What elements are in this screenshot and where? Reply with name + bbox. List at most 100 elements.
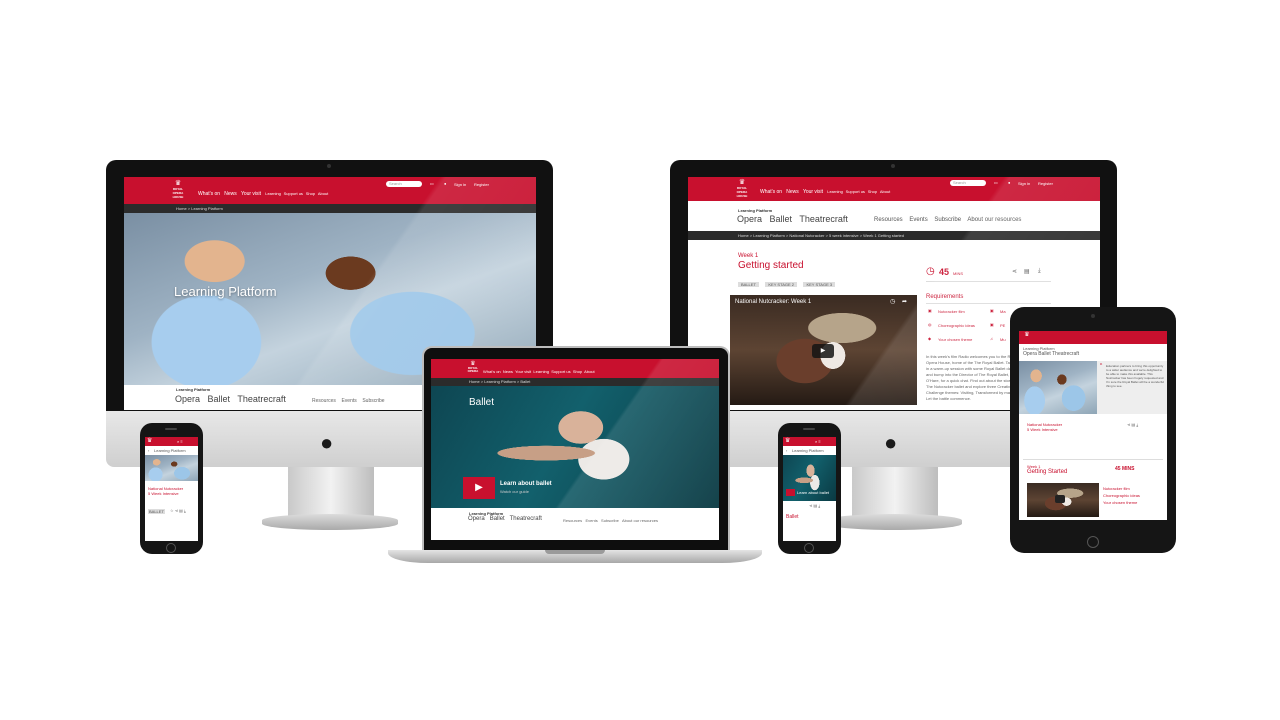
tablet-home-button[interactable]: [1087, 536, 1099, 548]
back-arrow-icon[interactable]: ‹: [148, 448, 149, 453]
roh-logo[interactable]: ♛: [1023, 332, 1031, 338]
nav-about[interactable]: About: [318, 191, 328, 196]
play-icon: ▶: [820, 348, 826, 354]
tag[interactable]: KEY STAGE 3: [803, 282, 836, 287]
search-input[interactable]: Search: [386, 181, 422, 187]
nav-shop[interactable]: Shop: [306, 191, 315, 196]
subnav-ballet[interactable]: Ballet: [1038, 351, 1051, 357]
subnav-events[interactable]: Events: [585, 518, 597, 523]
tag[interactable]: BALLET: [738, 282, 759, 287]
nav-shop[interactable]: Shop: [573, 369, 582, 374]
site-header: ♛ ROYAL OPERA What's on News Your visit L…: [431, 359, 719, 378]
roh-logo[interactable]: ♛ ROYAL OPERA: [467, 361, 479, 373]
nav-learning[interactable]: Learning: [533, 369, 549, 374]
play-button[interactable]: ▶: [812, 344, 834, 358]
basket-icon[interactable]: ▭: [430, 181, 434, 186]
nav-shop[interactable]: Shop: [868, 189, 877, 194]
requirement-item[interactable]: Mu: [1000, 337, 1006, 342]
item-actions[interactable]: ⋖ ▤ ⤓: [1127, 422, 1138, 427]
subnav-theatrecraft[interactable]: Theatrecraft: [237, 394, 286, 404]
cta-subtitle[interactable]: Watch our guide: [500, 489, 529, 494]
nav-news[interactable]: News: [503, 369, 513, 374]
duration: 45 MINS: [1115, 466, 1135, 472]
subnav-opera[interactable]: Opera: [175, 394, 200, 404]
subnav-theatrecraft[interactable]: Theatrecraft: [799, 214, 848, 224]
register-link[interactable]: Register: [474, 182, 489, 187]
nav-news[interactable]: News: [224, 191, 237, 197]
roh-logo[interactable]: ♛: [147, 437, 152, 444]
cta-title[interactable]: Learn about ballet: [797, 490, 829, 495]
back-arrow-icon[interactable]: ‹: [786, 448, 787, 453]
breadcrumb[interactable]: Learning Platform: [154, 448, 186, 453]
roh-logo[interactable]: ♛: [785, 437, 790, 444]
phone-mid: ♛ ⌕ ≡ ‹ Learning Platform Learn about ba…: [778, 423, 841, 554]
sign-in-link[interactable]: Sign in: [454, 182, 466, 187]
nav-support-us[interactable]: Support us: [284, 191, 303, 196]
header-icons[interactable]: ⌕ ≡: [177, 439, 183, 444]
subnav-resources[interactable]: Resources: [312, 398, 336, 404]
subnav-theatrecraft[interactable]: Theatrecraft: [510, 516, 542, 522]
nav-your-visit[interactable]: Your visit: [241, 191, 261, 197]
header-icons[interactable]: ⌕ ≡: [815, 439, 821, 444]
subnav-subscribe[interactable]: Subscribe: [601, 518, 619, 523]
roh-logo[interactable]: ♛ ROYAL OPERA HOUSE: [734, 179, 750, 198]
tag[interactable]: BALLET: [148, 509, 165, 514]
cta-title[interactable]: Learn about ballet: [500, 481, 552, 487]
subnav-ballet[interactable]: Ballet: [490, 516, 505, 522]
play-button[interactable]: [786, 489, 795, 496]
basket-icon[interactable]: ▭: [994, 180, 998, 185]
nav-about[interactable]: About: [584, 369, 594, 374]
subnav-subscribe[interactable]: Subscribe: [934, 217, 961, 223]
share-icon[interactable]: ➦: [902, 298, 907, 305]
nav-your-visit[interactable]: Your visit: [803, 189, 823, 195]
share-icon[interactable]: ⋖: [1012, 268, 1017, 275]
sub-nav: Learning Platform Opera Ballet Theatrecr…: [431, 508, 719, 540]
nav-whats-on[interactable]: What's on: [760, 189, 782, 195]
subnav-events[interactable]: Events: [341, 398, 356, 404]
tag-list: BALLET: [148, 500, 165, 518]
nav-whats-on[interactable]: What's on: [198, 191, 220, 197]
requirement-item[interactable]: Choreographic ideas: [938, 323, 975, 328]
subnav-about-resources[interactable]: About our resources: [622, 518, 658, 523]
watch-later-icon[interactable]: ◷: [890, 298, 895, 305]
subnav-opera[interactable]: Opera: [468, 516, 485, 522]
nav-support-us[interactable]: Support us: [551, 369, 570, 374]
print-icon[interactable]: ▤: [1024, 268, 1030, 275]
nav-learning[interactable]: Learning: [827, 189, 843, 194]
nav-about[interactable]: About: [880, 189, 890, 194]
nav-support-us[interactable]: Support us: [846, 189, 865, 194]
subnav-opera[interactable]: Opera: [1023, 351, 1037, 357]
subnav-about-resources[interactable]: About our resources: [967, 217, 1021, 223]
subnav-ballet[interactable]: Ballet: [770, 214, 793, 224]
tag[interactable]: KEY STAGE 2: [765, 282, 797, 287]
subnav-ballet[interactable]: Ballet: [208, 394, 231, 404]
register-link[interactable]: Register: [1038, 181, 1053, 186]
subnav-events[interactable]: Events: [909, 217, 927, 223]
item-actions[interactable]: ⋖ ▤ ⤓: [809, 503, 820, 508]
requirement-item[interactable]: Ma: [1000, 309, 1006, 314]
requirement-item[interactable]: Your chosen theme: [938, 337, 972, 342]
subnav-label: Learning Platform: [738, 208, 773, 213]
requirement-item[interactable]: Nutcracker film: [938, 309, 965, 314]
subnav-opera[interactable]: Opera: [737, 214, 762, 224]
nav-whats-on[interactable]: What's on: [483, 369, 501, 374]
play-button[interactable]: [1055, 495, 1065, 503]
phone-home-button[interactable]: [166, 543, 176, 553]
download-icon[interactable]: ⤓: [1038, 268, 1041, 275]
subnav-theatrecraft[interactable]: Theatrecraft: [1052, 351, 1079, 357]
requirement-item[interactable]: PE: [1000, 323, 1005, 328]
roh-logo[interactable]: ♛ ROYAL OPERA HOUSE: [170, 180, 186, 199]
subnav-resources[interactable]: Resources: [563, 518, 582, 523]
phone-home-button[interactable]: [804, 543, 814, 553]
breadcrumb[interactable]: Learning Platform: [792, 448, 824, 453]
laptop-screen: ♛ ROYAL OPERA What's on News Your visit L…: [431, 359, 719, 540]
subnav-subscribe[interactable]: Subscribe: [362, 398, 384, 404]
nav-news[interactable]: News: [786, 189, 799, 195]
item-actions[interactable]: ☆ ⋖ ▤ ⤓: [170, 508, 186, 513]
search-input[interactable]: Search: [950, 180, 986, 186]
nav-your-visit[interactable]: Your visit: [515, 369, 531, 374]
sign-in-link[interactable]: Sign in: [1018, 181, 1030, 186]
play-button[interactable]: ▶: [463, 477, 495, 499]
nav-learning[interactable]: Learning: [265, 191, 281, 196]
subnav-resources[interactable]: Resources: [874, 217, 903, 223]
